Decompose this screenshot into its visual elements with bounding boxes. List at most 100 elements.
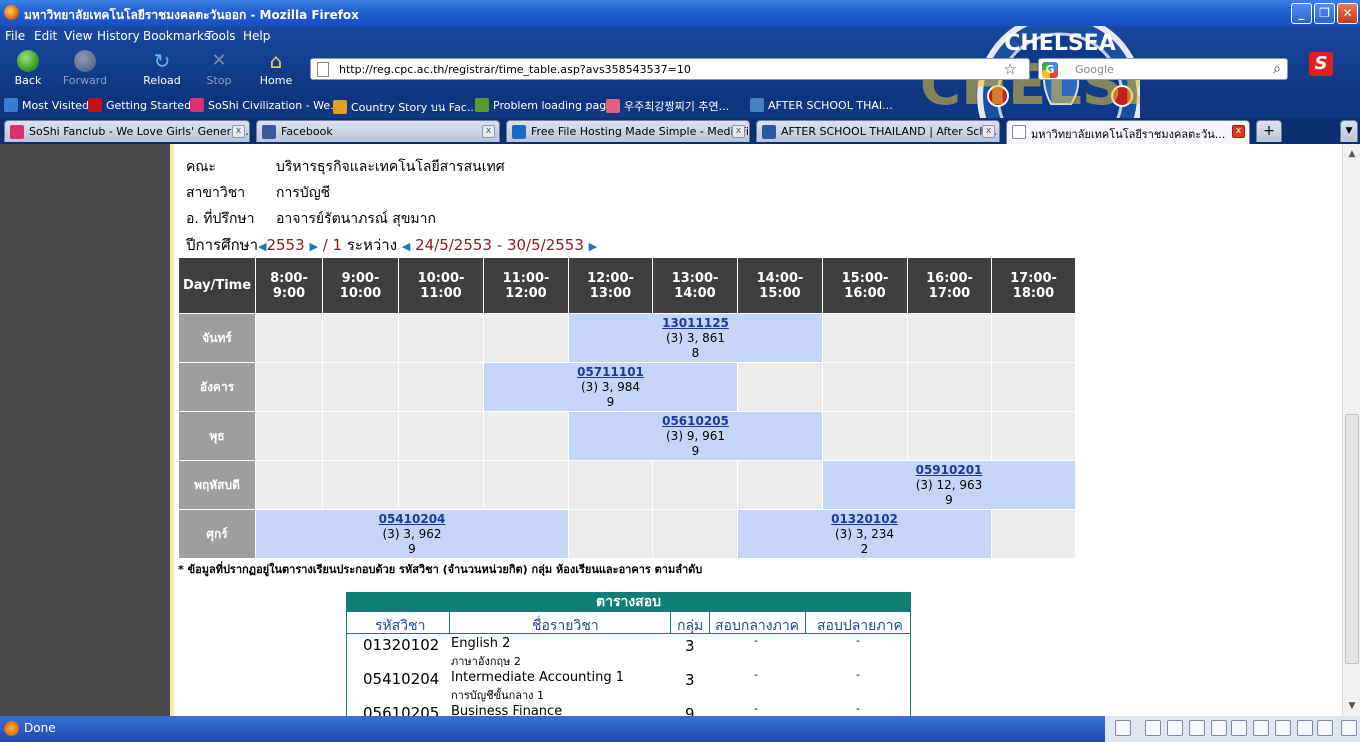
- day-label: พฤหัสบดี: [178, 460, 256, 510]
- addon-icon[interactable]: [1115, 720, 1131, 736]
- empty-slot: [652, 509, 738, 559]
- stop-button[interactable]: ✕ Stop: [195, 48, 243, 87]
- exam-group: 3: [685, 671, 695, 689]
- exam-final: -: [856, 702, 860, 715]
- bookmark-after-school[interactable]: AFTER SCHOOL THAI...: [750, 98, 893, 112]
- addon-icon[interactable]: [1189, 720, 1205, 736]
- empty-slot: [652, 460, 738, 510]
- scroll-down-icon[interactable]: ▼: [1345, 699, 1359, 713]
- back-button[interactable]: Back: [4, 48, 52, 87]
- bookmark-country-story[interactable]: Country Story บน Fac...: [333, 98, 477, 116]
- search-icon[interactable]: ⌕: [1273, 61, 1281, 77]
- tab-close-icon[interactable]: x: [482, 125, 495, 138]
- class-cell: 05410204 (3) 3, 962 9: [255, 509, 569, 559]
- bookmark-star-icon[interactable]: ☆: [1004, 60, 1017, 78]
- course-room: 9: [408, 541, 416, 556]
- day-label: อังคาร: [178, 362, 256, 412]
- minimize-button[interactable]: _: [1291, 3, 1312, 24]
- course-code-link[interactable]: 01320102: [831, 512, 898, 526]
- addon-icon[interactable]: [1317, 720, 1333, 736]
- home-button[interactable]: ⌂ Home: [252, 48, 300, 87]
- bookmark-soshi-civilization[interactable]: SoShi Civilization - We...: [190, 98, 341, 112]
- title-bar[interactable]: มหาวิทยาลัยเทคโนโลยีราชมงคลตะวันออก - Mo…: [0, 0, 1360, 26]
- back-label: Back: [14, 74, 42, 87]
- menu-edit[interactable]: Edit: [34, 29, 57, 43]
- tab-facebook[interactable]: Facebook x: [256, 120, 500, 142]
- address-url: http://reg.cpc.ac.th/registrar/time_tabl…: [339, 63, 691, 76]
- menu-file[interactable]: File: [5, 29, 25, 43]
- google-icon[interactable]: G: [1042, 62, 1058, 78]
- address-bar[interactable]: http://reg.cpc.ac.th/registrar/time_tabl…: [310, 58, 1030, 80]
- exam-row: 05410204 Intermediate Accounting 1 การบัญช…: [346, 668, 911, 702]
- course-detail: (3) 3, 234: [835, 526, 894, 541]
- exam-course-code: 05610205: [363, 704, 440, 716]
- course-code-link[interactable]: 05910201: [916, 463, 983, 477]
- course-code-link[interactable]: 05711101: [577, 365, 644, 379]
- home-label: Home: [259, 74, 293, 87]
- empty-slot: [398, 460, 484, 510]
- tab-close-icon[interactable]: x: [982, 125, 995, 138]
- next-week-icon[interactable]: ▶: [589, 240, 597, 253]
- tab-close-icon[interactable]: x: [732, 125, 745, 138]
- academic-year-line: ปีการศึกษา◀2553 ▶ / 1 ระหว่าง ◀ 24/5/255…: [186, 236, 598, 254]
- time-slot-header: 9:00-10:00: [322, 257, 399, 314]
- next-year-icon[interactable]: ▶: [309, 240, 317, 253]
- tab-list-icon[interactable]: ▼: [1340, 120, 1358, 142]
- reload-button[interactable]: ↻ Reload: [138, 48, 186, 87]
- course-code-link[interactable]: 05410204: [379, 512, 446, 526]
- course-code-link[interactable]: 13011125: [662, 316, 729, 330]
- new-tab-button[interactable]: +: [1256, 120, 1282, 142]
- exam-course-name: Intermediate Accounting 1: [451, 670, 624, 685]
- menu-help[interactable]: Help: [243, 29, 270, 43]
- stop-icon: ✕: [211, 50, 227, 71]
- bookmark-getting-started[interactable]: Getting Started: [88, 98, 191, 112]
- exam-group: 9: [685, 705, 695, 716]
- close-button[interactable]: ✕: [1337, 3, 1358, 24]
- bookmark-problem-loading[interactable]: Problem loading page: [475, 98, 613, 112]
- addon-icon[interactable]: [1297, 720, 1313, 736]
- day-label: จันทร์: [178, 313, 256, 363]
- tab-university-active[interactable]: มหาวิทยาลัยเทคโนโลยีราชมงคลตะวัน... x: [1006, 120, 1250, 144]
- addon-icon[interactable]: [1211, 720, 1227, 736]
- empty-slot: [322, 362, 399, 412]
- search-bar[interactable]: G Google ⌕: [1038, 58, 1288, 80]
- timetable: Day/Time 8:00-9:00 9:00-10:00 10:00-11:00 11…: [178, 257, 1076, 559]
- tab-close-icon[interactable]: x: [232, 125, 245, 138]
- addon-icon[interactable]: [1145, 720, 1161, 736]
- time-slot-header: 15:00-16:00: [822, 257, 908, 314]
- menu-bookmarks[interactable]: Bookmarks: [143, 29, 210, 43]
- bookmark-most-visited[interactable]: Most Visited: [4, 98, 89, 112]
- menu-view[interactable]: View: [64, 29, 92, 43]
- addon-icon[interactable]: [1341, 720, 1357, 736]
- empty-slot: [255, 411, 323, 461]
- menu-history[interactable]: History: [97, 29, 140, 43]
- addon-icon[interactable]: [1167, 720, 1183, 736]
- tab-mediafire[interactable]: Free File Hosting Made Simple - MediaFir…: [506, 120, 750, 142]
- bookmark-korean[interactable]: 우주최강짱찌기 추연...: [606, 98, 729, 114]
- tab-close-icon[interactable]: x: [1232, 125, 1245, 138]
- addon-icon[interactable]: [1231, 720, 1247, 736]
- back-arrow-icon: [17, 50, 39, 72]
- vertical-scrollbar[interactable]: ▲ ▼: [1342, 144, 1360, 716]
- tab-after-school[interactable]: AFTER SCHOOL THAILAND | After Sch... x: [756, 120, 1000, 142]
- week-from: 24/5/2553: [415, 236, 492, 254]
- tab-soshi-fanclub[interactable]: SoShi Fanclub - We Love Girls' Generati.…: [4, 120, 250, 142]
- empty-slot: [398, 411, 484, 461]
- empty-slot: [255, 460, 323, 510]
- menu-tools[interactable]: Tools: [206, 29, 236, 43]
- scroll-up-icon[interactable]: ▲: [1345, 147, 1359, 161]
- reload-icon: ↻: [153, 49, 171, 73]
- course-detail: (3) 3, 984: [581, 379, 640, 394]
- addon-icon[interactable]: [1253, 720, 1269, 736]
- empty-slot: [991, 411, 1076, 461]
- timetable-row: อังคาร 05711101 (3) 3, 984 9: [178, 362, 1076, 412]
- exam-row: 05610205 Business Finance 9 - -: [346, 702, 911, 716]
- forward-button[interactable]: Forward: [61, 48, 109, 87]
- addon-icon[interactable]: [1275, 720, 1291, 736]
- maximize-button[interactable]: ❐: [1314, 3, 1335, 24]
- prev-week-icon[interactable]: ◀: [402, 240, 410, 253]
- course-code-link[interactable]: 05610205: [662, 414, 729, 428]
- addon-s-icon[interactable]: S: [1309, 52, 1333, 76]
- scroll-thumb[interactable]: [1345, 414, 1359, 664]
- empty-slot: [322, 411, 399, 461]
